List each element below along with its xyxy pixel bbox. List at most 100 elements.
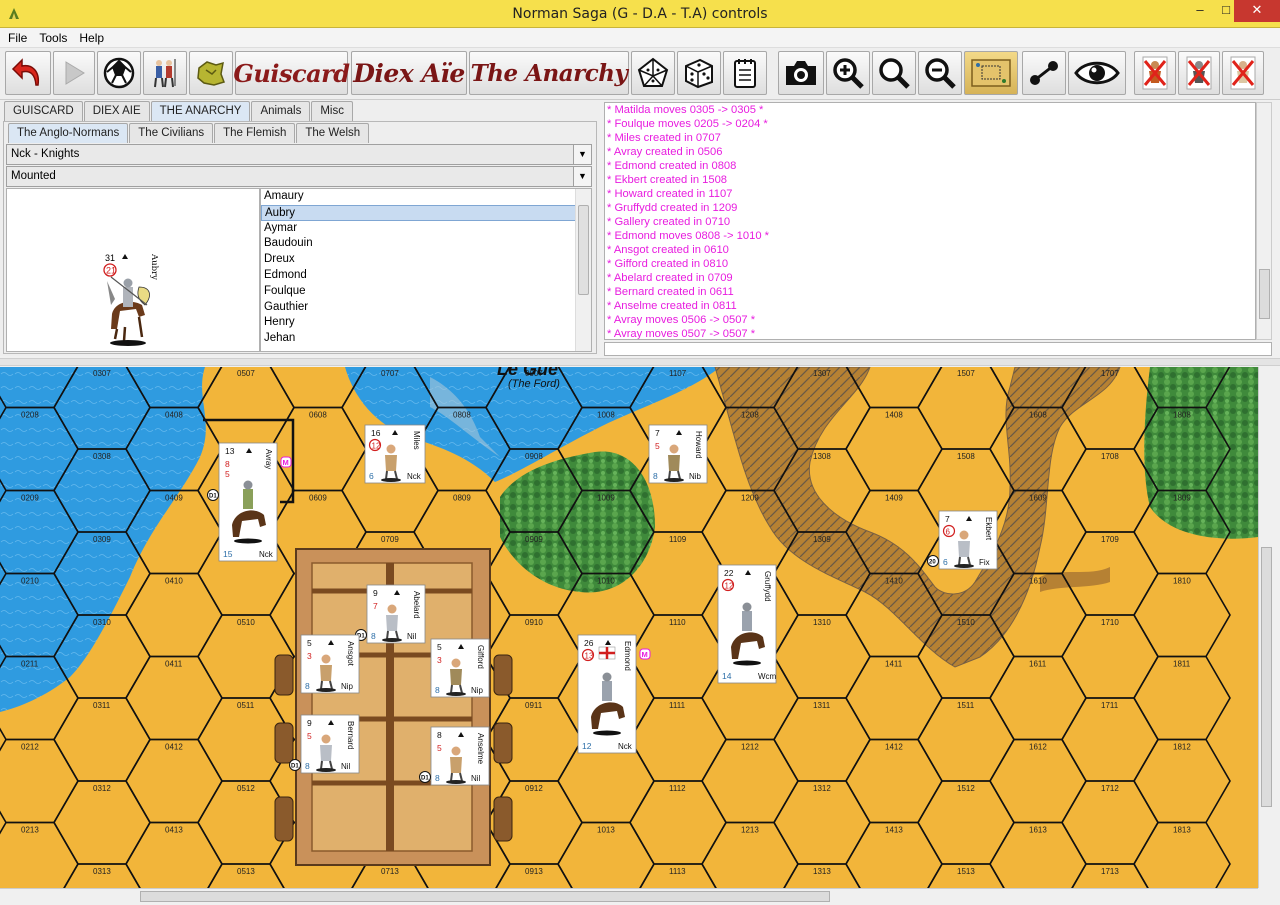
hex-cell[interactable]	[1133, 572, 1231, 658]
hex-cell[interactable]	[845, 406, 943, 492]
unit-name-list[interactable]: Amaury Aubry Aymar Baudouin Dreux Edmond…	[260, 188, 592, 352]
hex-label: 1010	[597, 577, 615, 586]
list-item[interactable]: Henry	[261, 315, 591, 331]
notepad-button[interactable]	[723, 51, 767, 95]
zoom-out-button[interactable]	[918, 51, 962, 95]
hex-cell[interactable]	[125, 738, 223, 824]
unit-counter-gruffydd[interactable]: 22 12 Gruffydd 14 Wcm	[717, 564, 777, 684]
hex-cell[interactable]	[917, 697, 1015, 782]
tab-the-anarchy[interactable]: THE ANARCHY	[150, 101, 251, 121]
d10-button[interactable]	[631, 51, 675, 95]
game-map[interactable]: 0207030704070507060707070807090710071107…	[0, 367, 1258, 888]
list-item-selected[interactable]: Aubry	[261, 204, 591, 221]
hex-cell[interactable]	[845, 738, 943, 824]
hex-cell[interactable]	[1061, 780, 1159, 865]
link-button[interactable]	[1022, 51, 1066, 95]
map-hscroll-thumb[interactable]	[140, 891, 830, 902]
unit-counter-edmond[interactable]: 26 13 Edmond 12 Nck M	[577, 634, 651, 754]
tab-animals[interactable]: Animals	[251, 101, 311, 121]
unit-counter-ansgot[interactable]: 5 3 Ansgot 8 Nip	[300, 634, 360, 694]
hex-cell[interactable]	[197, 367, 295, 450]
hex-cell[interactable]	[773, 780, 871, 865]
hex-cell[interactable]	[1061, 697, 1159, 782]
hex-cell[interactable]	[989, 655, 1087, 741]
unit-type-select[interactable]: Nck - Knights ▼	[6, 144, 592, 165]
unit-preview-counter[interactable]: 31 21 Aubry	[7, 189, 259, 351]
hex-cell[interactable]	[125, 572, 223, 658]
menu-file[interactable]: File	[0, 28, 31, 45]
tab-flemish[interactable]: The Flemish	[214, 123, 296, 143]
map-button[interactable]	[189, 51, 233, 95]
list-item[interactable]: Dreux	[261, 252, 591, 268]
remove-unit-button[interactable]	[1178, 51, 1220, 95]
list-item[interactable]: Edmond	[261, 268, 591, 284]
undo-button[interactable]	[5, 51, 51, 95]
unit-counter-avray[interactable]: 13 85 Avray 15 Nck M D1	[207, 442, 292, 562]
eye-button[interactable]	[1068, 51, 1126, 95]
map-vertical-scrollbar[interactable]	[1258, 367, 1274, 888]
hex-cell[interactable]	[1061, 448, 1159, 533]
list-scrollbar[interactable]	[575, 189, 591, 351]
minimize-button[interactable]: –	[1186, 0, 1214, 22]
hex-cell[interactable]	[125, 655, 223, 741]
tab-welsh[interactable]: The Welsh	[296, 123, 370, 143]
list-item[interactable]: Foulque	[261, 284, 591, 300]
dice-button[interactable]	[677, 51, 721, 95]
hex-cell[interactable]	[773, 614, 871, 699]
zoom-button[interactable]	[872, 51, 916, 95]
list-item[interactable]: Aymar	[261, 221, 591, 237]
log-scrollbar-thumb[interactable]	[1259, 269, 1270, 319]
hex-label: 1111	[669, 701, 686, 710]
tab-anglo-normans[interactable]: The Anglo-Normans	[8, 123, 129, 143]
hex-cell[interactable]	[53, 780, 151, 865]
map-horizontal-scrollbar[interactable]	[0, 888, 1258, 904]
unit-counter-gifford[interactable]: 5 3 Gifford 8 Nip	[430, 638, 490, 698]
tab-guiscard[interactable]: GUISCARD	[4, 101, 83, 121]
list-item[interactable]: Gauthier	[261, 300, 591, 316]
list-scrollbar-thumb[interactable]	[578, 205, 589, 295]
hex-cell[interactable]	[629, 697, 727, 782]
close-button[interactable]: ✕	[1234, 0, 1280, 22]
hex-cell[interactable]	[0, 821, 79, 889]
hex-cell[interactable]	[773, 697, 871, 782]
hex-cell[interactable]	[845, 655, 943, 741]
hex-cell[interactable]	[917, 780, 1015, 865]
camera-button[interactable]	[778, 51, 824, 95]
hex-cell[interactable]	[1133, 655, 1231, 741]
list-item[interactable]: Amaury	[261, 189, 591, 205]
map-vscroll-thumb[interactable]	[1261, 547, 1272, 807]
guiscard-button[interactable]: Guiscard	[233, 51, 350, 95]
menu-tools[interactable]: Tools	[31, 28, 71, 45]
hex-cell[interactable]	[989, 738, 1087, 824]
tab-civilians[interactable]: The Civilians	[129, 123, 214, 143]
hex-cell[interactable]	[629, 780, 727, 865]
chat-input[interactable]	[604, 342, 1272, 356]
hex-cell[interactable]	[1133, 738, 1231, 824]
delete-unit-button[interactable]	[1222, 51, 1264, 95]
menu-help[interactable]: Help	[71, 28, 108, 45]
hex-cell[interactable]	[701, 738, 799, 824]
hex-cell[interactable]	[1061, 614, 1159, 699]
step-button[interactable]	[53, 51, 95, 95]
list-item[interactable]: Jehan	[261, 331, 591, 347]
list-item[interactable]: Baudouin	[261, 236, 591, 252]
chevron-down-icon[interactable]: ▼	[573, 167, 591, 186]
ball-button[interactable]	[97, 51, 141, 95]
log-scrollbar[interactable]	[1256, 102, 1272, 340]
hex-cell[interactable]	[53, 697, 151, 782]
soldiers-button[interactable]	[143, 51, 187, 95]
unit-mode-select[interactable]: Mounted ▼	[6, 166, 592, 187]
tab-misc[interactable]: Misc	[311, 101, 353, 121]
zoom-in-button[interactable]	[826, 51, 870, 95]
chevron-down-icon[interactable]: ▼	[573, 145, 591, 164]
eliminate-unit-button[interactable]	[1134, 51, 1176, 95]
split-divider[interactable]	[0, 358, 1280, 366]
tab-diex-aie[interactable]: DIEX AIE	[83, 101, 150, 121]
unit-counter-howard[interactable]: 7 5 Howard 8 Nib	[648, 424, 708, 484]
board-button[interactable]	[964, 51, 1018, 95]
hex-cell[interactable]	[917, 367, 1015, 450]
the-anarchy-button[interactable]: The Anarchy	[469, 51, 629, 95]
diex-aie-button[interactable]: Diex Aïe	[351, 51, 467, 95]
unit-counter-miles[interactable]: 16 12 Miles 6 Nck	[364, 424, 426, 484]
hex-cell[interactable]	[0, 738, 79, 824]
